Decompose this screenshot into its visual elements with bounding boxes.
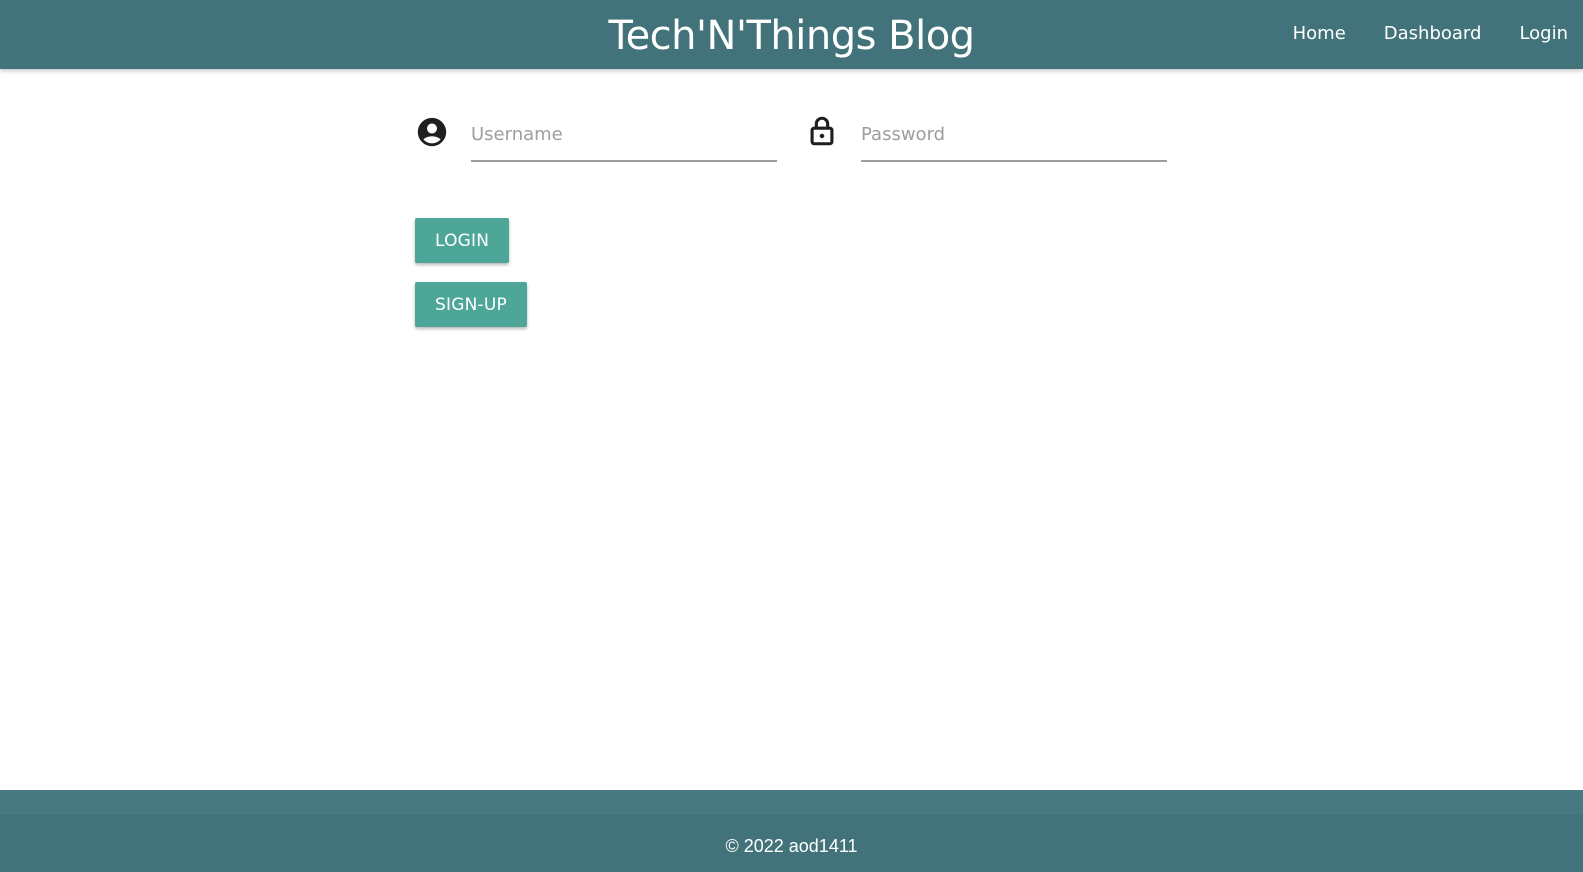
username-field-group <box>415 110 777 170</box>
nav-link-dashboard[interactable]: Dashboard <box>1365 0 1501 68</box>
username-input[interactable] <box>471 114 777 162</box>
account-circle-icon <box>417 117 447 147</box>
lock-icon <box>810 116 834 146</box>
footer-copyright: © 2022 aod1411 <box>725 836 858 856</box>
password-input[interactable] <box>861 114 1167 162</box>
nav-links: Home Dashboard Login <box>1274 0 1583 69</box>
footer: © 2022 aod1411 <box>0 790 1583 872</box>
nav-link-home[interactable]: Home <box>1274 0 1365 68</box>
footer-band <box>0 790 1583 815</box>
login-button[interactable]: LOGIN <box>415 218 509 263</box>
signup-button[interactable]: SIGN-UP <box>415 282 527 327</box>
navbar: Tech'N'Things Blog Home Dashboard Login <box>0 0 1583 69</box>
nav-link-login[interactable]: Login <box>1500 0 1583 68</box>
password-field-group <box>805 110 1167 170</box>
login-form <box>415 110 1175 170</box>
